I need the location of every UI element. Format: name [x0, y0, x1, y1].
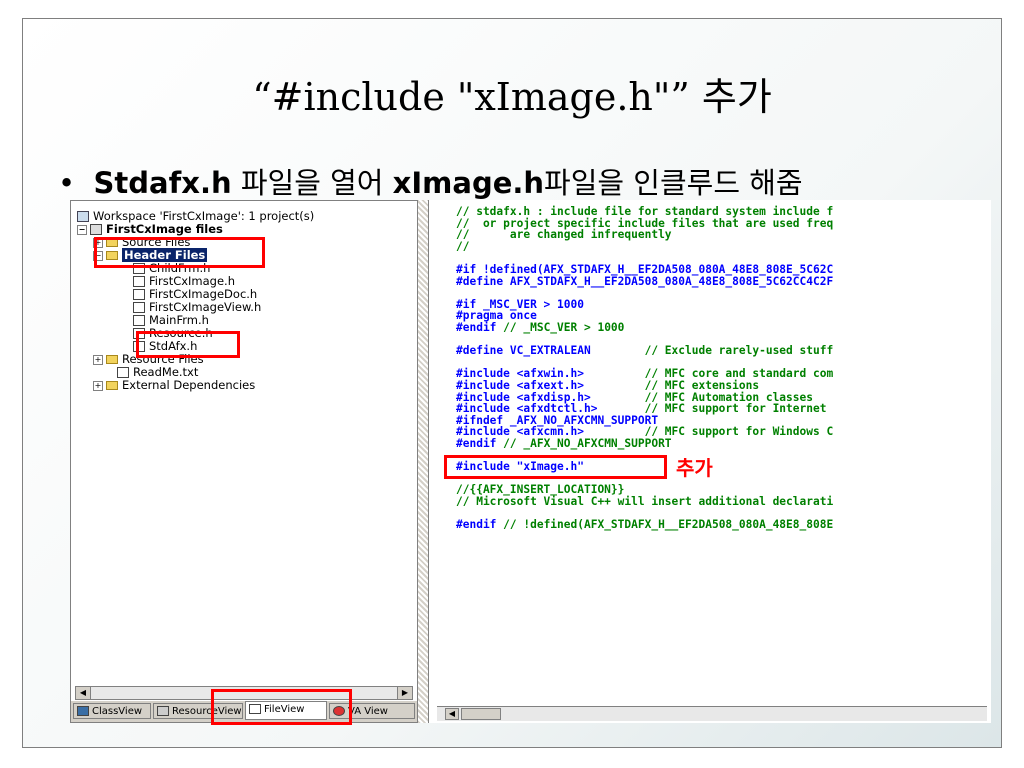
editor-horizontal-scrollbar[interactable]: ◀ — [437, 706, 987, 721]
bullet-bold-ximage: xImage.h — [392, 166, 545, 200]
scroll-left-icon[interactable]: ◀ — [76, 687, 91, 699]
tree-item-firstcximagedoc[interactable]: FirstCxImageDoc.h — [133, 287, 257, 301]
tree-item-label: FirstCxImage.h — [149, 274, 235, 288]
folder-icon — [106, 381, 118, 390]
tree-item-label: MainFrm.h — [149, 313, 209, 327]
code-line[interactable]: // Microsoft Visual C++ will insert addi… — [456, 496, 833, 508]
code-line[interactable]: #endif // _MSC_VER > 1000 — [456, 322, 833, 334]
tab-label: ClassView — [92, 706, 143, 717]
tree-item-label: FirstCxImage files — [106, 222, 223, 236]
code-line[interactable]: // are changed infrequently — [456, 229, 833, 241]
file-icon — [133, 302, 145, 313]
code-line[interactable]: #endif // !defined(AFX_STDAFX_H__EF2DA50… — [456, 519, 833, 531]
file-icon — [133, 276, 145, 287]
code-line[interactable] — [456, 287, 833, 299]
pane-splitter[interactable] — [418, 200, 428, 723]
tree-item-project[interactable]: − FirstCxImage files — [77, 222, 223, 236]
tree-item-workspace[interactable]: Workspace 'FirstCxImage': 1 project(s) — [77, 209, 314, 223]
tree-item-label: Workspace 'FirstCxImage': 1 project(s) — [93, 209, 315, 223]
highlight-fileview-tab — [211, 689, 352, 725]
workspace-icon — [77, 211, 89, 222]
bullet-text-part2: 파일을 인클루드 해줌 — [544, 166, 803, 200]
scroll-left-icon[interactable]: ◀ — [445, 708, 459, 720]
highlight-header-files — [94, 237, 265, 268]
tree-item-label: External Dependencies — [122, 378, 256, 392]
file-tree: Workspace 'FirstCxImage': 1 project(s) −… — [71, 201, 417, 684]
file-icon — [117, 367, 129, 378]
bullet-text: • Stdafx.h 파일을 열어 xImage.h파일을 인클루드 해줌 — [58, 160, 803, 202]
collapse-icon[interactable]: − — [77, 224, 87, 235]
code-text[interactable]: // stdafx.h : include file for standard … — [456, 206, 833, 531]
code-line[interactable]: #define VC_EXTRALEAN // Exclude rarely-u… — [456, 345, 833, 357]
scroll-right-icon[interactable]: ▶ — [397, 687, 412, 699]
tree-item-label: FirstCxImageView.h — [149, 300, 262, 314]
classview-icon — [77, 706, 89, 716]
expand-icon[interactable]: + — [93, 380, 103, 391]
tree-item-label: ReadMe.txt — [133, 365, 199, 379]
tree-item-external-deps[interactable]: + External Dependencies — [93, 378, 255, 392]
tree-item-mainfrm[interactable]: MainFrm.h — [133, 313, 209, 327]
file-icon — [133, 289, 145, 300]
tree-item-readme[interactable]: ReadMe.txt — [117, 365, 198, 379]
workspace-tree-pane: Workspace 'FirstCxImage': 1 project(s) −… — [70, 200, 418, 723]
tree-item-label: FirstCxImageDoc.h — [149, 287, 258, 301]
tab-classview[interactable]: ClassView — [73, 703, 151, 719]
bullet-bold-stdafx: Stdafx.h — [93, 166, 232, 200]
folder-icon — [106, 355, 118, 364]
add-annotation-label: 추가 — [676, 456, 713, 480]
file-icon — [133, 315, 145, 326]
project-icon — [90, 224, 102, 235]
expand-icon[interactable]: + — [93, 354, 103, 365]
tab-label: VA View — [348, 706, 388, 717]
bullet-text-part1: 파일을 열어 — [231, 166, 393, 200]
code-line[interactable]: #endif // _AFX_NO_AFXCMN_SUPPORT — [456, 438, 833, 450]
bullet-dot: • — [58, 166, 94, 200]
slide-title: “#include "xImage.h"” 추가 — [252, 75, 772, 119]
code-line[interactable]: #define AFX_STDAFX_H__EF2DA508_080A_48E8… — [456, 275, 833, 288]
highlight-stdafx — [136, 331, 240, 358]
resourceview-icon — [157, 706, 169, 716]
code-line[interactable]: // — [456, 241, 833, 253]
tree-item-firstcximage[interactable]: FirstCxImage.h — [133, 274, 235, 288]
code-line[interactable]: // stdafx.h : include file for standard … — [456, 206, 833, 218]
tree-item-firstcximageview[interactable]: FirstCxImageView.h — [133, 300, 261, 314]
highlight-include-line — [444, 455, 667, 479]
code-line[interactable]: #include <afxdtctl.h> // MFC support for… — [456, 403, 833, 415]
scroll-thumb[interactable] — [461, 708, 501, 720]
code-line[interactable]: #if !defined(AFX_STDAFX_H__EF2DA508_080A… — [456, 264, 833, 276]
